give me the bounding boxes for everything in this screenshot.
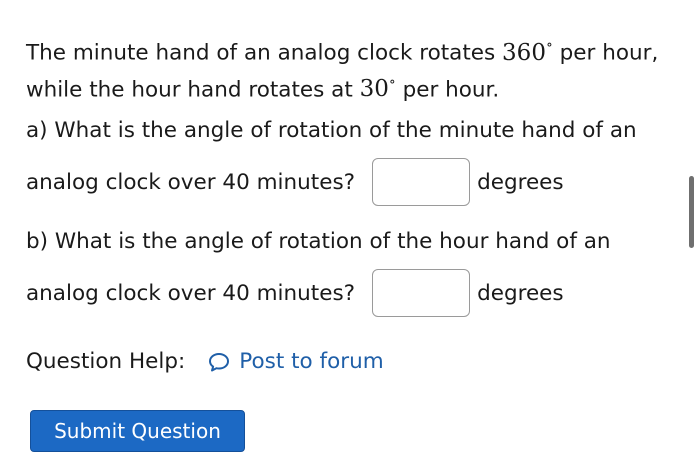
intro-text-1: The minute hand of an analog clock rotat… — [26, 40, 503, 66]
hour-rate-value: 30∘ — [359, 73, 396, 103]
post-to-forum-link[interactable]: Post to forum — [207, 349, 384, 374]
degree-symbol: ∘ — [545, 37, 553, 53]
answer-b-input[interactable] — [372, 269, 471, 317]
question-b-prompt-continued: analog clock over 40 minutes? — [26, 280, 356, 306]
submit-question-button[interactable]: Submit Question — [30, 410, 245, 452]
question-b-prompt: b) What is the angle of rotation of the … — [26, 229, 611, 254]
post-to-forum-label: Post to forum — [239, 349, 384, 374]
answer-b-unit: degrees — [477, 280, 564, 306]
degree-symbol: ∘ — [388, 73, 396, 90]
question-a-prompt-continued: analog clock over 40 minutes? — [26, 169, 356, 195]
minute-rate-value: 360∘ — [502, 37, 553, 66]
answer-a-unit: degrees — [477, 169, 564, 195]
question-a-prompt: a) What is the angle of rotation of the … — [26, 118, 637, 143]
intro-text-3: per hour. — [395, 77, 500, 103]
answer-a-input[interactable] — [372, 158, 471, 206]
problem-statement: The minute hand of an analog clock rotat… — [26, 32, 686, 105]
question-help-label: Question Help: — [26, 349, 186, 374]
scrollbar-thumb[interactable] — [689, 176, 694, 248]
speech-bubble-icon — [209, 352, 230, 371]
question-help: Question Help: Post to forum — [26, 349, 384, 374]
